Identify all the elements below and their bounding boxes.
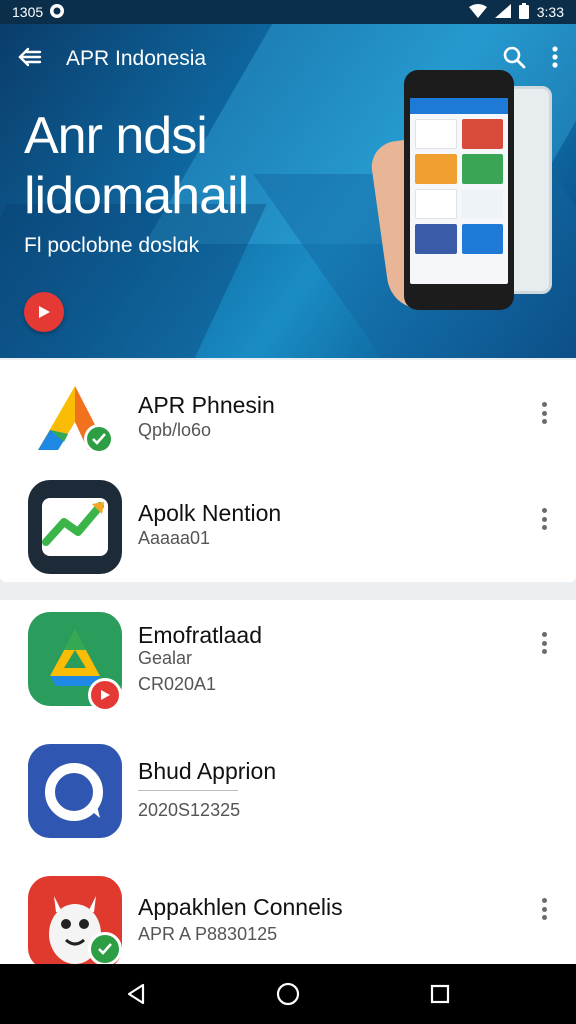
hero-title-line1: Anr ndsi bbox=[24, 107, 208, 165]
wifi-icon bbox=[468, 3, 487, 21]
affiliate-triangle-icon bbox=[28, 380, 122, 474]
app-subtitle: APR A P8830125 bbox=[138, 924, 278, 944]
signal-icon bbox=[494, 3, 511, 21]
list-item[interactable]: Bhud Apprion 2020S12325 bbox=[0, 744, 576, 844]
back-arrow-icon[interactable] bbox=[18, 47, 42, 72]
app-list-card-2: Emofratlaad Gealar CR020A1 Bhud Apprion … bbox=[0, 600, 576, 970]
status-bar: 1305 3:33 bbox=[0, 0, 576, 24]
app-subtitle: 2020S12325 bbox=[138, 800, 241, 820]
list-item[interactable]: Appakhlen Connelis APR A P8830125 bbox=[0, 876, 576, 970]
status-time-right: 3:33 bbox=[536, 4, 564, 20]
home-icon[interactable] bbox=[268, 974, 308, 1014]
app-name: Bhud Apprion bbox=[138, 758, 277, 784]
system-nav-bar bbox=[0, 964, 576, 1024]
app-subtitle: Gealar bbox=[138, 648, 193, 668]
app-subtitle: Aaaaa01 bbox=[138, 528, 211, 548]
item-menu-icon[interactable] bbox=[536, 630, 552, 656]
hero-title-line2: lidomahail bbox=[24, 167, 249, 225]
drive-triangle-icon bbox=[28, 612, 122, 712]
chat-bubble-icon bbox=[28, 744, 122, 838]
status-time-left: 1305 bbox=[12, 4, 44, 20]
notification-icon bbox=[49, 3, 65, 22]
phone-illustration bbox=[368, 70, 572, 332]
play-button[interactable] bbox=[24, 292, 64, 332]
list-item[interactable]: Emofratlaad Gealar CR020A1 bbox=[0, 612, 576, 722]
recents-icon[interactable] bbox=[420, 974, 460, 1014]
app-subtitle: Qpb/lo6o bbox=[138, 420, 212, 440]
item-menu-icon[interactable] bbox=[536, 506, 552, 532]
play-badge-icon bbox=[88, 678, 122, 712]
title-divider bbox=[138, 790, 238, 791]
item-menu-icon[interactable] bbox=[536, 400, 552, 426]
chart-trend-icon bbox=[28, 480, 122, 574]
verified-check-icon bbox=[84, 424, 114, 454]
app-screen: 1305 3:33 APR Indonesia Anr ndsi lidomah… bbox=[0, 0, 576, 1024]
hero-banner: APR Indonesia Anr ndsi lidomahail Fl poc… bbox=[0, 24, 576, 358]
app-name: Appakhlen Connelis bbox=[138, 894, 343, 920]
app-name: APR Phnesin bbox=[138, 392, 275, 418]
battery-icon bbox=[518, 2, 529, 22]
list-item[interactable]: Apolk Nention Aaaaa01 bbox=[0, 480, 576, 580]
app-name: Emofratlaad bbox=[138, 622, 263, 648]
back-icon[interactable] bbox=[116, 974, 156, 1014]
verified-check-icon bbox=[88, 932, 122, 966]
app-version: CR020A1 bbox=[138, 674, 217, 694]
app-list-card-1: APR Phnesin Qpb/lo6o Apolk Nention Aaaaa… bbox=[0, 360, 576, 582]
item-menu-icon[interactable] bbox=[536, 896, 552, 922]
app-name: Apolk Nention bbox=[138, 500, 282, 526]
hero-title: Anr ndsi lidomahail bbox=[24, 106, 249, 226]
app-bar-title: APR Indonesia bbox=[66, 47, 207, 70]
play-icon bbox=[39, 306, 50, 318]
list-item[interactable]: APR Phnesin Qpb/lo6o bbox=[0, 372, 576, 472]
hero-subtitle: Fl poclobne doslɑk bbox=[24, 234, 200, 257]
monster-mascot-icon bbox=[28, 876, 122, 970]
